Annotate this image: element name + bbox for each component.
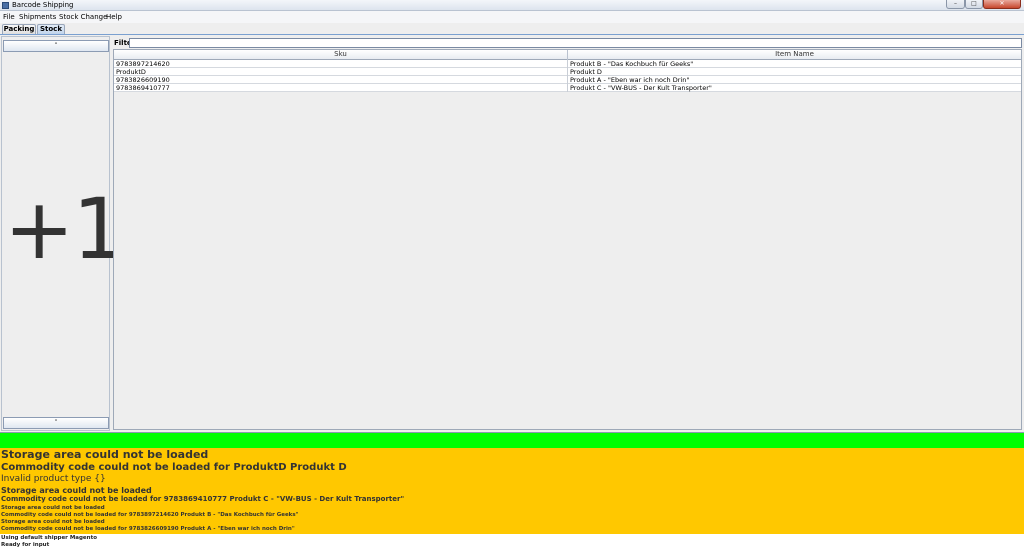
log-line: Commodity code could not be loaded for 9… [1,495,405,503]
scroll-down-button[interactable]: ˅ [3,417,109,429]
log-line: Storage area could not be loaded [1,448,209,461]
window-title: Barcode Shipping [12,1,74,9]
menu-stock-change[interactable]: Stock Change [59,13,107,21]
cell-sku: 9783826609190 [114,76,568,84]
log-line: Commodity code could not be loaded for P… [1,462,347,473]
maximize-button[interactable]: □ [965,0,983,9]
column-header-sku[interactable]: Sku [114,50,568,60]
cell-sku: ProduktD [114,68,568,76]
stock-table: Sku Item Name 9783897214620 Produkt B - … [113,49,1022,430]
table-row[interactable]: ProduktD Produkt D [114,68,1021,76]
table-row[interactable]: 9783869410777 Produkt C - "VW-BUS - Der … [114,84,1021,92]
counter-panel: ˄ +1 ˅ [1,36,126,431]
log-line: Invalid product type {} [1,474,106,484]
cell-item-name: Produkt B - "Das Kochbuch für Geeks" [570,60,694,68]
cell-sku: 9783897214620 [114,60,568,68]
log-line: Commodity code could not be loaded for 9… [1,526,295,532]
app-icon [2,2,9,9]
menu-help[interactable]: Help [106,13,122,21]
column-header-item-name[interactable]: Item Name [568,50,1021,60]
menu-file[interactable]: File [3,13,15,21]
table-row[interactable]: 9783826609190 Produkt A - "Eben war ich … [114,76,1021,84]
cell-item-name: Produkt C - "VW-BUS - Der Kult Transport… [570,84,712,92]
log-line: Storage area could not be loaded [1,505,105,511]
filter-input[interactable] [129,38,1022,48]
cell-sku: 9783869410777 [114,84,568,92]
scroll-up-button[interactable]: ˄ [3,40,109,52]
status-line: Ready for input [1,542,50,548]
quantity-counter: +1 [4,180,126,278]
status-line: Using default shipper Magento [1,535,97,541]
minimize-button[interactable]: – [946,0,965,9]
cell-item-name: Produkt A - "Eben war ich noch Drin" [570,76,690,84]
status-indicator-bar [0,432,1024,448]
warning-log: Storage area could not be loaded Commodi… [0,448,1024,534]
menu-shipments[interactable]: Shipments [19,13,56,21]
menu-bar: File Shipments Stock Change Help [0,11,1024,23]
log-line: Storage area could not be loaded [1,486,152,495]
log-line: Commodity code could not be loaded for 9… [1,512,299,518]
status-log: Using default shipper Magento Ready for … [0,534,1024,555]
title-bar: Barcode Shipping – □ ✕ [0,0,1024,11]
table-body: 9783897214620 Produkt B - "Das Kochbuch … [114,60,1021,92]
table-header: Sku Item Name [114,50,1021,60]
close-button[interactable]: ✕ [983,0,1021,9]
log-line: Storage area could not be loaded [1,519,105,525]
cell-item-name: Produkt D [570,68,602,76]
table-row[interactable]: 9783897214620 Produkt B - "Das Kochbuch … [114,60,1021,68]
